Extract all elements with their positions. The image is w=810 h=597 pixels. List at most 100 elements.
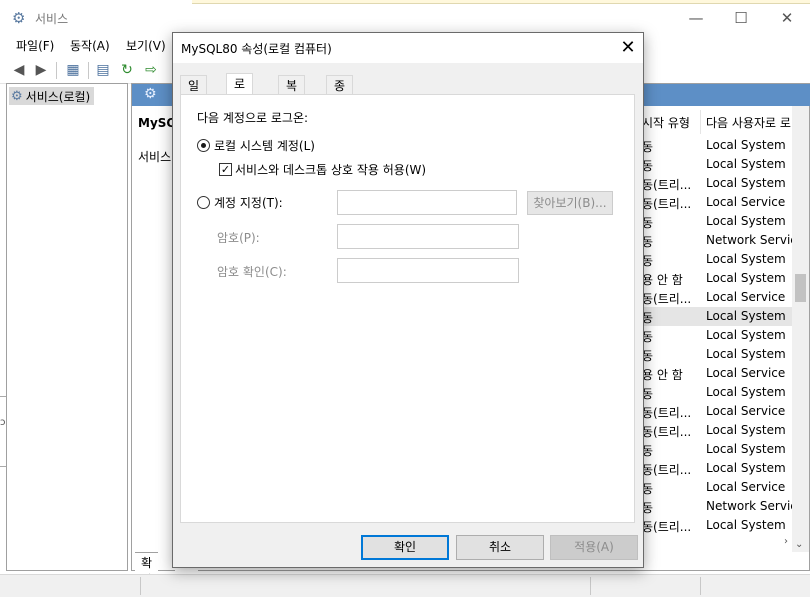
startup-type-cell: 용 안 함 bbox=[642, 273, 683, 287]
startup-type-cell: 동(트리... bbox=[642, 292, 692, 306]
table-row[interactable]: 동 Local System bbox=[640, 326, 792, 345]
export-list-icon[interactable]: ⇨ bbox=[140, 60, 162, 80]
startup-type-cell: 동(트리... bbox=[642, 463, 692, 477]
selected-service-name: MySQ bbox=[138, 116, 177, 130]
close-button[interactable]: ✕ bbox=[764, 6, 810, 32]
menu-file[interactable]: 파일(F) bbox=[16, 37, 54, 54]
table-row[interactable]: 동 Local System bbox=[640, 212, 792, 231]
column-divider[interactable] bbox=[700, 110, 701, 134]
services-titlebar: ⚙ 서비스 — ☐ ✕ bbox=[0, 4, 810, 32]
log-on-as-cell: Local System bbox=[706, 347, 786, 361]
console-tree: ⚙ 서비스(로컬) bbox=[6, 83, 128, 571]
vertical-scrollbar[interactable]: ⌄ bbox=[792, 106, 809, 552]
log-on-as-cell: Local Service bbox=[706, 366, 786, 380]
gear-icon: ⚙ bbox=[12, 9, 26, 27]
this-account-label[interactable]: 계정 지정(T): bbox=[214, 194, 283, 211]
chevron-down-icon[interactable]: ⌄ bbox=[795, 539, 803, 550]
forward-arrow-icon[interactable]: ▶ bbox=[30, 60, 52, 80]
log-on-as-cell: Local System bbox=[706, 138, 786, 152]
chevron-right-icon[interactable]: › bbox=[784, 536, 788, 547]
this-account-radio[interactable] bbox=[197, 196, 210, 209]
table-row[interactable]: 동 Network Service bbox=[640, 231, 804, 250]
log-on-as-cell: Local System bbox=[706, 214, 786, 228]
password-input[interactable] bbox=[337, 224, 519, 249]
table-row[interactable]: 동(트리... Local Service bbox=[640, 193, 792, 212]
column-header-startup-type[interactable]: 시작 유형 bbox=[642, 114, 690, 136]
log-on-as-cell: Local Service bbox=[706, 290, 786, 304]
toolbar-separator bbox=[88, 62, 89, 79]
toolbar-separator bbox=[56, 62, 57, 79]
ok-button[interactable]: 확인 bbox=[361, 535, 449, 560]
refresh-icon[interactable]: ↻ bbox=[116, 60, 138, 80]
account-input[interactable] bbox=[337, 190, 517, 215]
local-system-radio[interactable] bbox=[197, 139, 210, 152]
log-on-as-cell: Local Service bbox=[706, 404, 786, 418]
table-row[interactable]: 동 Local System bbox=[640, 155, 792, 174]
gear-icon: ⚙ bbox=[11, 88, 23, 104]
cancel-button[interactable]: 취소 bbox=[456, 535, 544, 560]
close-icon[interactable]: ✕ bbox=[617, 37, 639, 59]
status-divider bbox=[590, 577, 591, 595]
tab-recovery[interactable]: 복구 bbox=[278, 75, 306, 110]
password-label: 암호(P): bbox=[217, 231, 260, 245]
apply-button[interactable]: 적용(A) bbox=[550, 535, 638, 560]
table-row[interactable]: 동(트리... Local Service bbox=[640, 402, 792, 421]
status-divider bbox=[140, 577, 141, 595]
properties-icon[interactable]: ▤ bbox=[92, 60, 114, 80]
tab-logon[interactable]: 로그온 bbox=[226, 73, 254, 125]
dialog-title: MySQL80 속성(로컬 컴퓨터) bbox=[181, 42, 332, 56]
log-on-as-cell: Local System bbox=[706, 442, 786, 456]
table-row[interactable]: 동 Local System bbox=[640, 136, 792, 155]
startup-type-cell: 동(트리... bbox=[642, 520, 692, 534]
browse-button[interactable]: 찾아보기(B)... bbox=[527, 191, 613, 215]
table-row[interactable]: 동 Local System bbox=[640, 383, 792, 402]
table-row[interactable]: 동 Local System bbox=[640, 345, 792, 364]
column-header-log-on-as[interactable]: 다음 사용자로 로 bbox=[706, 114, 791, 136]
horizontal-scrollbar[interactable]: › bbox=[640, 534, 792, 551]
logon-as-label: 다음 계정으로 로그온: bbox=[197, 111, 309, 125]
allow-desktop-checkbox[interactable]: ✓ bbox=[219, 163, 232, 176]
menu-action[interactable]: 동작(A) bbox=[70, 37, 110, 54]
log-on-as-cell: Local System bbox=[706, 328, 786, 342]
startup-type-cell: 동(트리... bbox=[642, 406, 692, 420]
tab-dependencies[interactable]: 종속성 bbox=[326, 75, 354, 127]
table-row[interactable]: 동 Network Service bbox=[640, 497, 804, 516]
table-row[interactable]: 동(트리... Local System bbox=[640, 174, 792, 193]
table-row[interactable]: 동 Local System bbox=[640, 307, 792, 326]
table-row[interactable]: 동(트리... Local System bbox=[640, 516, 792, 535]
status-bar bbox=[0, 574, 810, 597]
back-arrow-icon[interactable]: ◀ bbox=[8, 60, 30, 80]
minimize-button[interactable]: — bbox=[673, 6, 719, 32]
status-divider bbox=[700, 577, 701, 595]
log-on-as-cell: Local System bbox=[706, 252, 786, 266]
table-row[interactable]: 동(트리... Local Service bbox=[640, 288, 792, 307]
log-on-as-cell: Local System bbox=[706, 271, 786, 285]
confirm-password-label: 암호 확인(C): bbox=[217, 265, 287, 279]
tab-general[interactable]: 일반 bbox=[180, 75, 208, 110]
log-on-as-cell: Local System bbox=[706, 423, 786, 437]
startup-type-cell: 동(트리... bbox=[642, 178, 692, 192]
table-row[interactable]: 동 Local System bbox=[640, 440, 792, 459]
table-row[interactable]: 동(트리... Local System bbox=[640, 421, 792, 440]
table-row[interactable]: 용 안 함 Local Service bbox=[640, 364, 792, 383]
dialog-titlebar: MySQL80 속성(로컬 컴퓨터) ✕ bbox=[173, 33, 643, 63]
tree-item-services-local[interactable]: ⚙ 서비스(로컬) bbox=[9, 87, 95, 105]
log-on-as-cell: Network Service bbox=[706, 233, 805, 247]
table-row[interactable]: 동(트리... Local System bbox=[640, 459, 792, 478]
menu-view[interactable]: 보기(V) bbox=[126, 37, 166, 54]
confirm-password-input[interactable] bbox=[337, 258, 519, 283]
allow-desktop-label[interactable]: 서비스와 데스크톱 상호 작용 허용(W) bbox=[235, 161, 426, 178]
service-description: 서비스 bbox=[138, 150, 172, 164]
table-row[interactable]: 용 안 함 Local System bbox=[640, 269, 792, 288]
table-row[interactable]: 동 Local Service bbox=[640, 478, 792, 497]
log-on-as-cell: Local System bbox=[706, 461, 786, 475]
gear-icon: ⚙ bbox=[144, 86, 157, 102]
properties-dialog: MySQL80 속성(로컬 컴퓨터) ✕ 일반 로그온 복구 종속성 다음 계정… bbox=[172, 32, 644, 568]
scrollbar-thumb[interactable] bbox=[795, 274, 806, 302]
table-row[interactable]: 동 Local System bbox=[640, 250, 792, 269]
maximize-button[interactable]: ☐ bbox=[718, 6, 764, 32]
local-system-label[interactable]: 로컬 시스템 계정(L) bbox=[214, 137, 315, 154]
log-on-as-cell: Local Service bbox=[706, 480, 786, 494]
log-on-as-cell: Network Service bbox=[706, 499, 805, 513]
console-tree-icon[interactable]: ▦ bbox=[62, 60, 84, 80]
